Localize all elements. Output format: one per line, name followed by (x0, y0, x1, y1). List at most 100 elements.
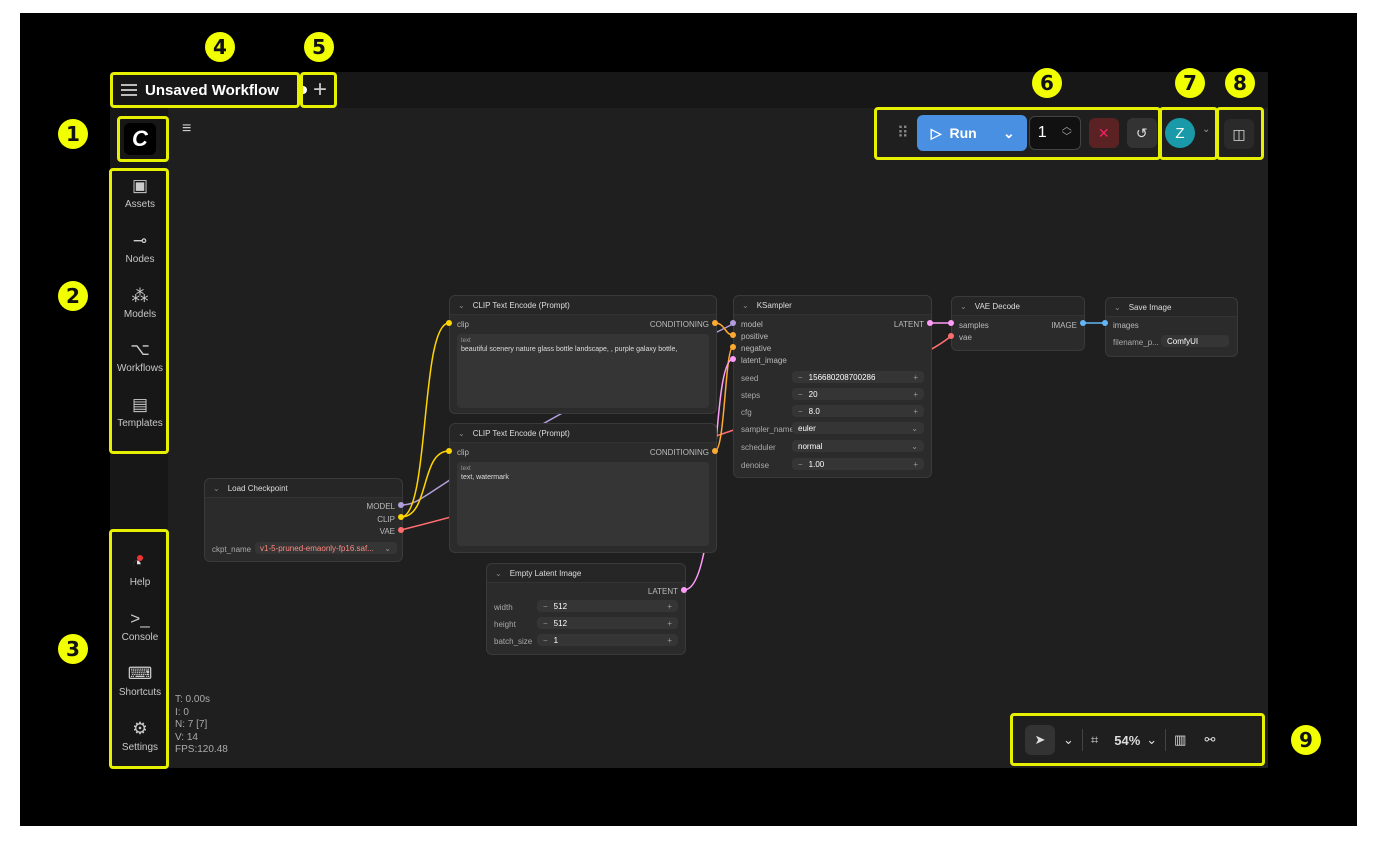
pin[interactable] (927, 320, 933, 326)
output-image[interactable]: IMAGE (1051, 321, 1077, 330)
zoom-level[interactable]: 54% (1114, 733, 1140, 748)
annotation-badge-4: 4 (205, 32, 235, 62)
hide-links-icon[interactable]: ⚯ (1204, 732, 1215, 748)
pin[interactable] (948, 320, 954, 326)
steps-widget[interactable]: −20 + (792, 388, 924, 400)
output-latent[interactable]: LATENT (648, 587, 678, 596)
collapse-icon[interactable]: ⌄ (742, 301, 749, 310)
widget-label: batch_size (494, 637, 533, 646)
collapse-icon[interactable]: ⌄ (960, 302, 967, 311)
collapse-icon[interactable]: ⌄ (213, 484, 220, 493)
text-widget[interactable]: text beautiful scenery nature glass bottl… (457, 334, 709, 408)
pin[interactable] (712, 320, 718, 326)
collapse-icon[interactable]: ⌄ (458, 429, 465, 438)
widget-label: cfg (741, 408, 752, 417)
batch-size-widget[interactable]: −1 + (537, 634, 678, 646)
cancel-button[interactable]: ✕ (1088, 118, 1119, 148)
avatar[interactable]: Z (1165, 118, 1195, 148)
pin[interactable] (730, 320, 736, 326)
widget-label: height (494, 620, 516, 629)
input-negative[interactable]: negative (741, 344, 771, 353)
input-model[interactable]: model (741, 320, 763, 329)
chevron-down-icon[interactable]: ⌄ (1003, 125, 1015, 142)
node-save-image[interactable]: ⌄ Save Image images filename_p... ComfyUI (1105, 297, 1238, 357)
queue-history-button[interactable]: ↺ (1126, 118, 1157, 148)
fit-view-icon[interactable]: ⌗ (1091, 732, 1098, 748)
widget-label: seed (741, 374, 759, 383)
node-clip-text-encode-negative[interactable]: ⌄ CLIP Text Encode (Prompt) clip CONDITIO… (449, 423, 717, 553)
cfg-widget[interactable]: −8.0 + (792, 405, 924, 417)
text-widget[interactable]: text text, watermark (457, 462, 709, 546)
scheduler-select[interactable]: normal ⌄ (792, 440, 924, 452)
height-widget[interactable]: −512 + (537, 617, 678, 629)
chevron-down-icon[interactable]: ⌄ (1202, 124, 1210, 135)
denoise-widget[interactable]: −1.00 + (792, 458, 924, 470)
annotation-badge-3: 3 (58, 634, 88, 664)
node-clip-text-encode-positive[interactable]: ⌄ CLIP Text Encode (Prompt) clip CONDITIO… (449, 295, 717, 414)
output-latent[interactable]: LATENT (894, 320, 924, 329)
widget-label: width (494, 603, 513, 612)
widget-label: denoise (741, 461, 770, 470)
pin[interactable] (446, 320, 452, 326)
sampler-name-select[interactable]: euler ⌄ (792, 422, 924, 434)
input-latent-image[interactable]: latent_image (741, 356, 787, 365)
annotation-badge-1: 1 (58, 119, 88, 149)
pin[interactable] (398, 514, 404, 520)
minimap-icon[interactable]: ▥ (1174, 732, 1186, 748)
seed-widget[interactable]: −156680208700286 + (792, 371, 924, 383)
output-vae[interactable]: VAE (380, 527, 395, 536)
node-vae-decode[interactable]: ⌄ VAE Decode samples vae IMAGE (951, 296, 1085, 351)
annotation-badge-6: 6 (1032, 68, 1062, 98)
input-vae[interactable]: vae (959, 333, 972, 342)
pin[interactable] (730, 344, 736, 350)
pin[interactable] (446, 448, 452, 454)
plus-icon[interactable]: + (667, 602, 672, 611)
chevron-down-icon: ⌄ (384, 543, 391, 553)
drag-handle-icon[interactable]: ⠿ (897, 123, 909, 143)
plus-icon[interactable]: + (913, 373, 918, 382)
input-clip[interactable]: clip (457, 320, 469, 329)
input-clip[interactable]: clip (457, 448, 469, 457)
width-widget[interactable]: −512 + (537, 600, 678, 612)
widget-label: filename_p... (1113, 338, 1159, 347)
run-button[interactable]: ▷ Run ⌄ (916, 115, 1027, 151)
pin[interactable] (730, 356, 736, 362)
plus-icon[interactable]: + (667, 619, 672, 628)
pin[interactable] (398, 502, 404, 508)
annotation-badge-5: 5 (304, 32, 334, 62)
input-samples[interactable]: samples (959, 321, 989, 330)
filename-prefix-input[interactable]: ComfyUI (1161, 335, 1229, 347)
output-conditioning[interactable]: CONDITIONING (650, 448, 709, 457)
widget-label: ckpt_name (212, 545, 252, 554)
toggle-panel-button[interactable]: ◫ (1224, 119, 1254, 149)
output-model[interactable]: MODEL (367, 502, 395, 511)
stepper-icon[interactable]: ︿ ﹀ (1062, 123, 1072, 143)
select-tool-button[interactable]: ➤ (1025, 725, 1055, 755)
collapse-icon[interactable]: ⌄ (458, 301, 465, 310)
output-conditioning[interactable]: CONDITIONING (650, 320, 709, 329)
pin[interactable] (1102, 320, 1108, 326)
batch-count-input[interactable]: 1 ︿ ﹀ (1028, 116, 1081, 150)
pin[interactable] (681, 587, 687, 593)
ckpt-name-select[interactable]: v1-5-pruned-emaonly-fp16.saf... ⌄ (255, 542, 397, 554)
plus-icon[interactable]: + (667, 636, 672, 645)
input-images[interactable]: images (1113, 321, 1139, 330)
plus-icon[interactable]: + (913, 407, 918, 416)
chevron-down-icon[interactable]: ⌄ (1146, 732, 1157, 748)
plus-icon[interactable]: + (913, 460, 918, 469)
collapse-icon[interactable]: ⌄ (495, 569, 502, 578)
collapse-icon[interactable]: ⌄ (1114, 303, 1121, 312)
input-positive[interactable]: positive (741, 332, 768, 341)
pin[interactable] (712, 448, 718, 454)
node-ksampler[interactable]: ⌄ KSampler model positive negative latent… (733, 295, 932, 478)
pin[interactable] (948, 333, 954, 339)
output-clip[interactable]: CLIP (377, 515, 395, 524)
pin[interactable] (730, 332, 736, 338)
node-empty-latent-image[interactable]: ⌄ Empty Latent Image LATENT width −512 + h… (486, 563, 686, 655)
chevron-down-icon[interactable]: ⌄ (1063, 732, 1074, 748)
run-toolbar: ⠿ ▷ Run ⌄ 1 ︿ ﹀ ✕ ↺ (877, 108, 1157, 158)
pin[interactable] (398, 527, 404, 533)
pin[interactable] (1080, 320, 1086, 326)
plus-icon[interactable]: + (913, 390, 918, 399)
node-load-checkpoint[interactable]: ⌄ Load Checkpoint MODEL CLIP VAE ckpt_nam… (204, 478, 403, 562)
